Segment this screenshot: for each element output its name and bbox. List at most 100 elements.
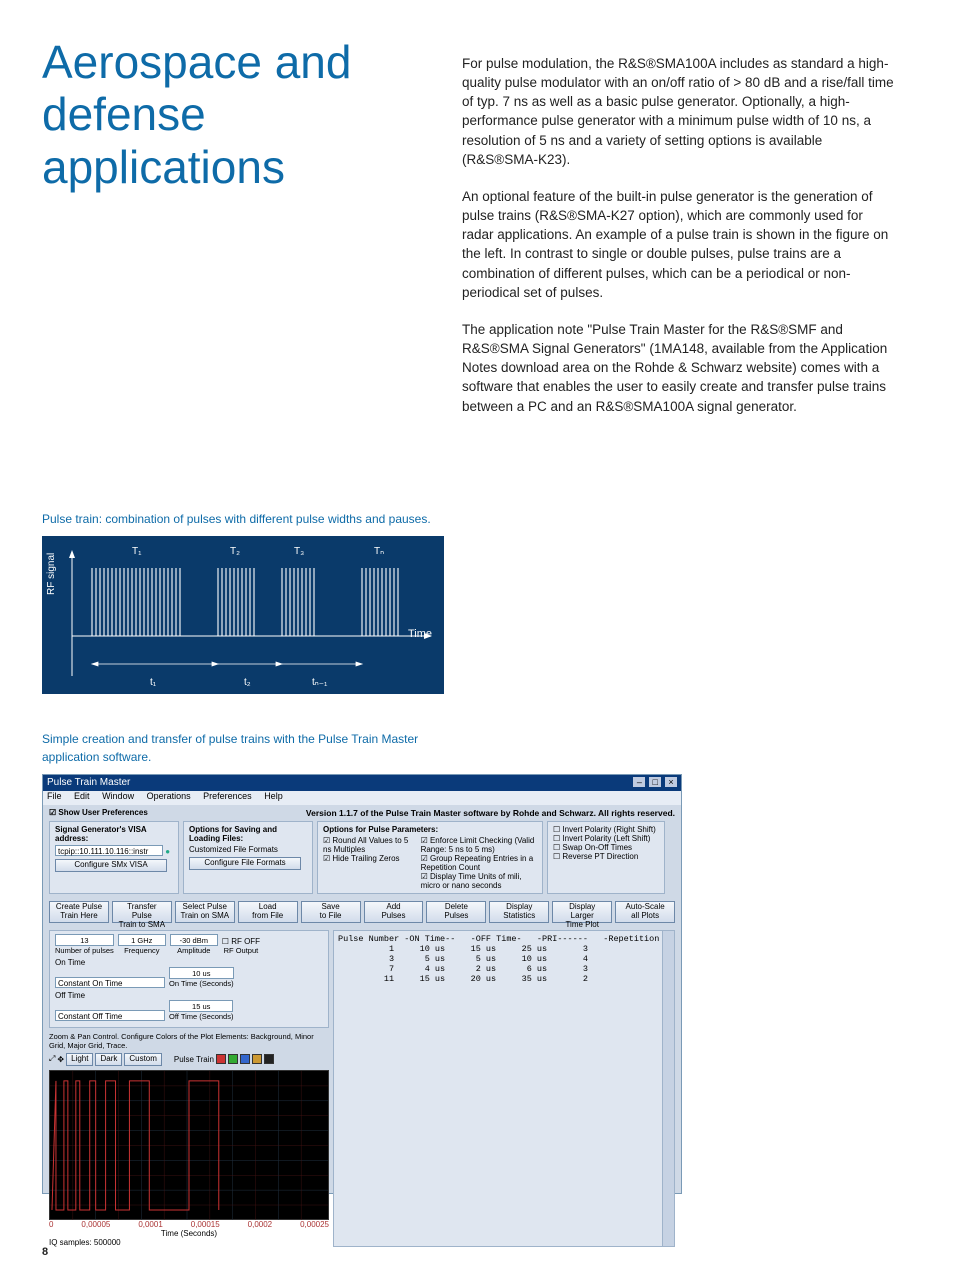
diagram-top-label: T₃ xyxy=(294,546,304,557)
on-time-select[interactable]: Constant On Time xyxy=(55,977,165,988)
toolbar-button[interactable]: Saveto File xyxy=(301,901,361,923)
panel-text: Customized File Formats xyxy=(189,845,307,854)
color-swatch[interactable] xyxy=(216,1054,226,1064)
toolbar-button[interactable]: Create PulseTrain Here xyxy=(49,901,109,923)
close-icon[interactable]: × xyxy=(665,777,677,787)
paragraph: For pulse modulation, the R&S®SMA100A in… xyxy=(462,54,898,169)
page-number: 8 xyxy=(42,1246,48,1258)
field-label: Off Time (Seconds) xyxy=(169,1012,233,1021)
file-options-panel: Options for Saving and Loading Files: Cu… xyxy=(183,821,313,894)
figure-caption-2: Simple creation and transfer of pulse tr… xyxy=(42,730,444,766)
iq-samples-label: IQ samples: 500000 xyxy=(49,1238,329,1247)
num-pulses-input[interactable]: 13 xyxy=(55,934,114,946)
field-label: Frequency xyxy=(118,946,166,955)
toolbar-button[interactable]: AddPulses xyxy=(364,901,424,923)
toolbar-button[interactable]: Display LargerTime Plot xyxy=(552,901,612,923)
toolbar-button[interactable]: DisplayStatistics xyxy=(489,901,549,923)
menubar[interactable]: File Edit Window Operations Preferences … xyxy=(43,791,681,805)
checkbox[interactable]: Round All Values to 5 ns Multiples xyxy=(323,836,413,854)
theme-dark-button[interactable]: Dark xyxy=(95,1053,122,1066)
pulse-train-diagram: RF signal T₁ xyxy=(42,536,444,694)
diagram-x-label: Time xyxy=(408,628,432,640)
theme-custom-button[interactable]: Custom xyxy=(124,1053,162,1066)
x-tick: 0,0001 xyxy=(138,1220,162,1229)
paragraph: The application note "Pulse Train Master… xyxy=(462,320,898,416)
maximize-icon[interactable]: □ xyxy=(649,777,661,787)
checkbox[interactable]: Swap On-Off Times xyxy=(553,843,659,852)
time-plot[interactable] xyxy=(49,1070,329,1220)
color-swatch[interactable] xyxy=(264,1054,274,1064)
off-time-select[interactable]: Constant Off Time xyxy=(55,1010,165,1021)
pulse-options-panel: Options for Pulse Parameters: Round All … xyxy=(317,821,543,894)
off-time-input[interactable]: 15 us xyxy=(169,1000,233,1012)
status-icon: ● xyxy=(165,847,170,856)
version-label: Version 1.1.7 of the Pulse Train Master … xyxy=(306,808,675,818)
left-config-panel: 13Number of pulses 1 GHzFrequency -30 dB… xyxy=(49,930,329,1247)
checkbox[interactable]: Reverse PT Direction xyxy=(553,852,659,861)
section-label: On Time xyxy=(55,958,323,967)
panel-header: Signal Generator's VISA address: xyxy=(55,825,173,843)
menu-item[interactable]: Edit xyxy=(74,791,90,801)
color-swatch[interactable] xyxy=(252,1054,262,1064)
checkbox[interactable]: Display Time Units of mili, micro or nan… xyxy=(421,872,537,890)
color-swatch[interactable] xyxy=(228,1054,238,1064)
x-tick: 0,00025 xyxy=(300,1220,329,1229)
panel-header: Options for Saving and Loading Files: xyxy=(189,825,307,843)
menu-item[interactable]: Operations xyxy=(147,791,191,801)
figure-caption-1: Pulse train: combination of pulses with … xyxy=(42,510,444,528)
rf-off-checkbox[interactable]: RF OFF xyxy=(222,937,260,946)
show-prefs-checkbox[interactable]: Show User Preferences xyxy=(49,808,148,818)
page-title: Aerospace and defense applications xyxy=(42,36,382,193)
menu-item[interactable]: Help xyxy=(264,791,283,801)
toolbar-button[interactable]: Select PulseTrain on SMA xyxy=(175,901,235,923)
toolbar-button[interactable]: Transfer PulseTrain to SMA xyxy=(112,901,172,923)
amplitude-input[interactable]: -30 dBm xyxy=(170,934,218,946)
checkbox[interactable]: Invert Polarity (Left Shift) xyxy=(553,834,659,843)
plot-note: Zoom & Pan Control. Configure Colors of … xyxy=(49,1032,329,1050)
window-buttons: – □ × xyxy=(632,775,677,791)
zoom-icon[interactable]: ⤢ xyxy=(49,1054,55,1064)
configure-formats-button[interactable]: Configure File Formats xyxy=(189,857,301,870)
polarity-panel: Invert Polarity (Right Shift) Invert Pol… xyxy=(547,821,665,894)
frequency-input[interactable]: 1 GHz xyxy=(118,934,166,946)
x-tick: 0,00005 xyxy=(81,1220,110,1229)
diagram-top-label: T₂ xyxy=(230,546,240,557)
field-label: Amplitude xyxy=(170,946,218,955)
window-titlebar[interactable]: Pulse Train Master – □ × xyxy=(43,775,681,791)
diagram-bottom-label: t₂ xyxy=(244,677,251,688)
configure-visa-button[interactable]: Configure SMx VISA xyxy=(55,859,167,872)
scrollbar[interactable] xyxy=(662,931,674,1246)
x-tick: 0 xyxy=(49,1220,53,1229)
pulse-svg xyxy=(42,536,444,694)
diagram-top-label: Tₙ xyxy=(374,546,384,557)
minimize-icon[interactable]: – xyxy=(633,777,645,787)
x-tick: 0,0002 xyxy=(248,1220,272,1229)
pulse-table[interactable]: Pulse Number -ON Time-- -OFF Time- -PRI-… xyxy=(333,930,675,1247)
toolbar-button[interactable]: Loadfrom File xyxy=(238,901,298,923)
window-title: Pulse Train Master xyxy=(47,775,130,791)
diagram-bottom-label: tₙ₋₁ xyxy=(312,677,327,688)
checkbox[interactable]: Hide Trailing Zeros xyxy=(323,854,413,863)
plot-x-label: Time (Seconds) xyxy=(49,1229,329,1238)
x-tick: 0,00015 xyxy=(191,1220,220,1229)
paragraph: An optional feature of the built-in puls… xyxy=(462,187,898,302)
color-swatch[interactable] xyxy=(240,1054,250,1064)
menu-item[interactable]: Window xyxy=(102,791,134,801)
checkbox[interactable]: Enforce Limit Checking (Valid Range: 5 n… xyxy=(421,836,537,854)
on-time-input[interactable]: 10 us xyxy=(169,967,234,979)
menu-item[interactable]: Preferences xyxy=(203,791,252,801)
checkbox[interactable]: Group Repeating Entries in a Repetition … xyxy=(421,854,537,872)
field-label: RF Output xyxy=(222,946,260,955)
toolbar-button[interactable]: Auto-Scaleall Plots xyxy=(615,901,675,923)
checkbox[interactable]: Invert Polarity (Right Shift) xyxy=(553,825,659,834)
diagram-top-label: T₁ xyxy=(132,546,141,557)
body-column: For pulse modulation, the R&S®SMA100A in… xyxy=(462,54,898,434)
pan-icon[interactable]: ✥ xyxy=(57,1055,64,1064)
toolbar-button[interactable]: DeletePulses xyxy=(426,901,486,923)
field-label: On Time (Seconds) xyxy=(169,979,234,988)
toolbar: Create PulseTrain HereTransfer PulseTrai… xyxy=(43,898,681,926)
visa-input[interactable]: tcpip::10.111.10.116::instr xyxy=(55,845,163,856)
theme-light-button[interactable]: Light xyxy=(66,1053,93,1066)
field-label: Number of pulses xyxy=(55,946,114,955)
menu-item[interactable]: File xyxy=(47,791,62,801)
